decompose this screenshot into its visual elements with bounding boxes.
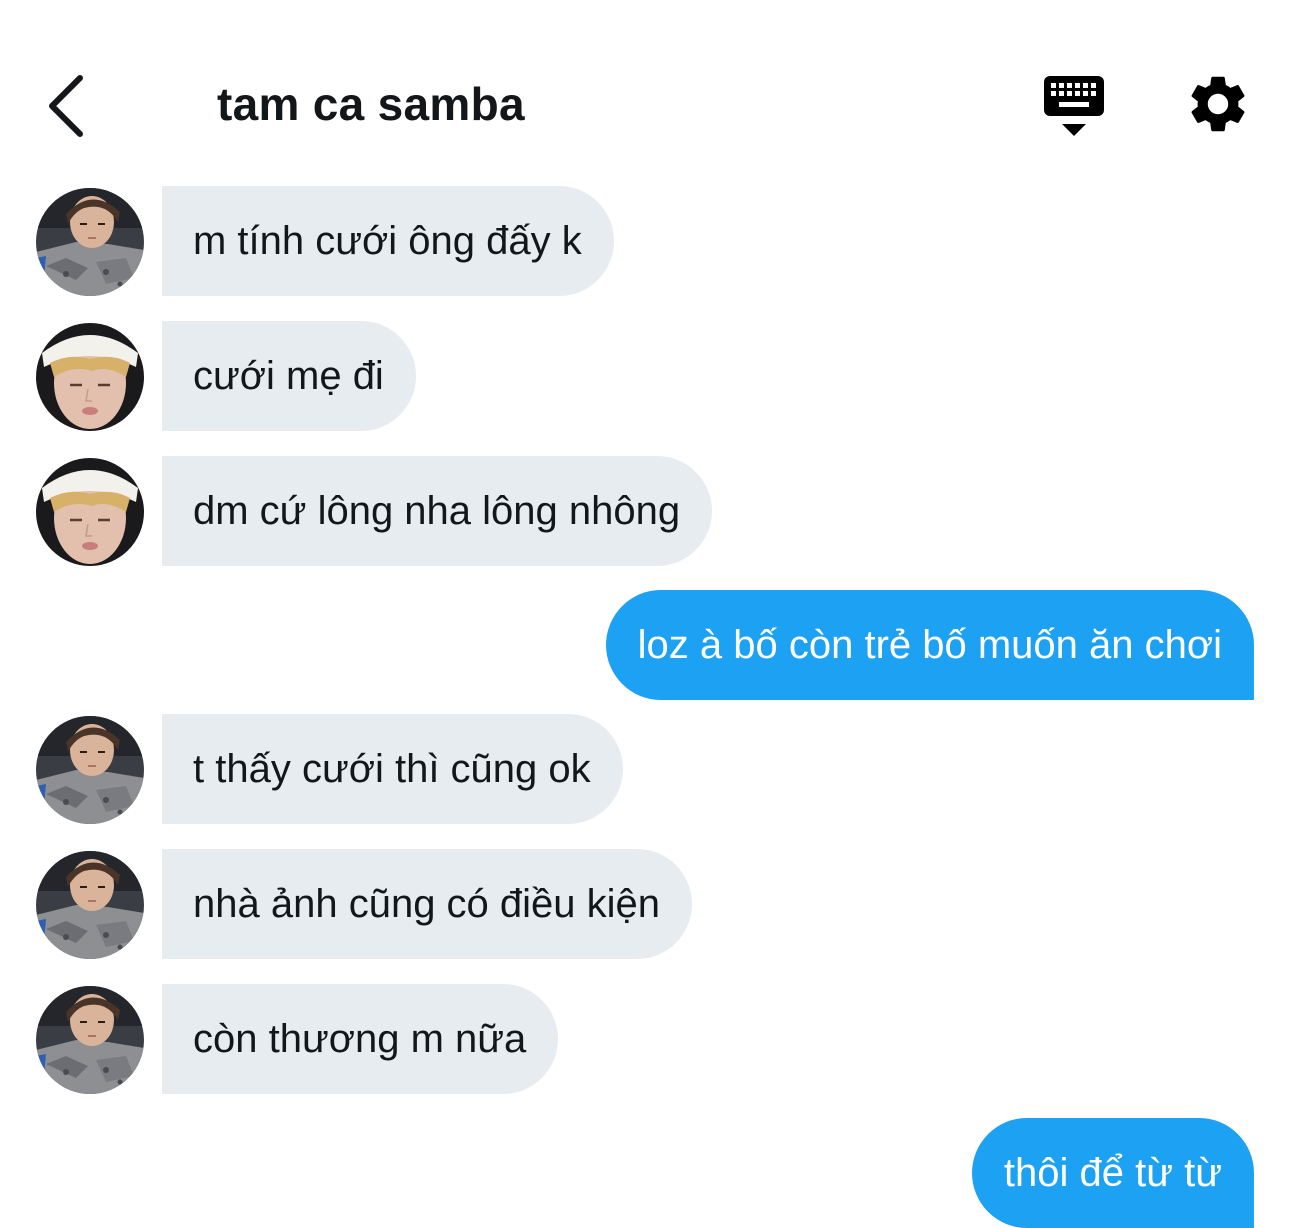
conversation-title: tam ca samba	[217, 78, 525, 130]
incoming-message-bubble[interactable]: cưới mẹ đi	[162, 321, 416, 431]
avatar-blonde-hat	[36, 458, 144, 566]
sender-avatar[interactable]	[36, 323, 144, 431]
avatar-blonde-hat	[36, 323, 144, 431]
avatar-dark-hair	[36, 188, 144, 296]
incoming-message-bubble[interactable]: nhà ảnh cũng có điều kiện	[162, 849, 693, 959]
incoming-message-bubble[interactable]: t thấy cưới thì cũng ok	[162, 714, 623, 824]
gear-icon	[1191, 76, 1245, 132]
keyboard-button[interactable]	[1040, 72, 1108, 140]
settings-button[interactable]	[1184, 70, 1252, 138]
sender-avatar[interactable]	[36, 851, 144, 959]
outgoing-message-bubble[interactable]: thôi để từ từ	[971, 1118, 1254, 1228]
avatar-dark-hair	[36, 716, 144, 824]
conversation-header: tam ca samba	[0, 0, 1290, 175]
sender-avatar[interactable]	[36, 716, 144, 824]
back-button[interactable]	[36, 68, 96, 140]
keyboard-icon	[1044, 76, 1104, 136]
incoming-message-bubble[interactable]: m tính cưới ông đấy k	[162, 186, 614, 296]
sender-avatar[interactable]	[36, 188, 144, 296]
outgoing-message-bubble[interactable]: loz à bố còn trẻ bố muốn ăn chơi	[605, 590, 1254, 700]
sender-avatar[interactable]	[36, 458, 144, 566]
incoming-message-bubble[interactable]: còn thương m nữa	[162, 984, 559, 1094]
avatar-dark-hair	[36, 986, 144, 1094]
avatar-dark-hair	[36, 851, 144, 959]
chevron-left-icon	[49, 75, 83, 137]
incoming-message-bubble[interactable]: dm cứ lông nha lông nhông	[162, 456, 713, 566]
sender-avatar[interactable]	[36, 986, 144, 1094]
